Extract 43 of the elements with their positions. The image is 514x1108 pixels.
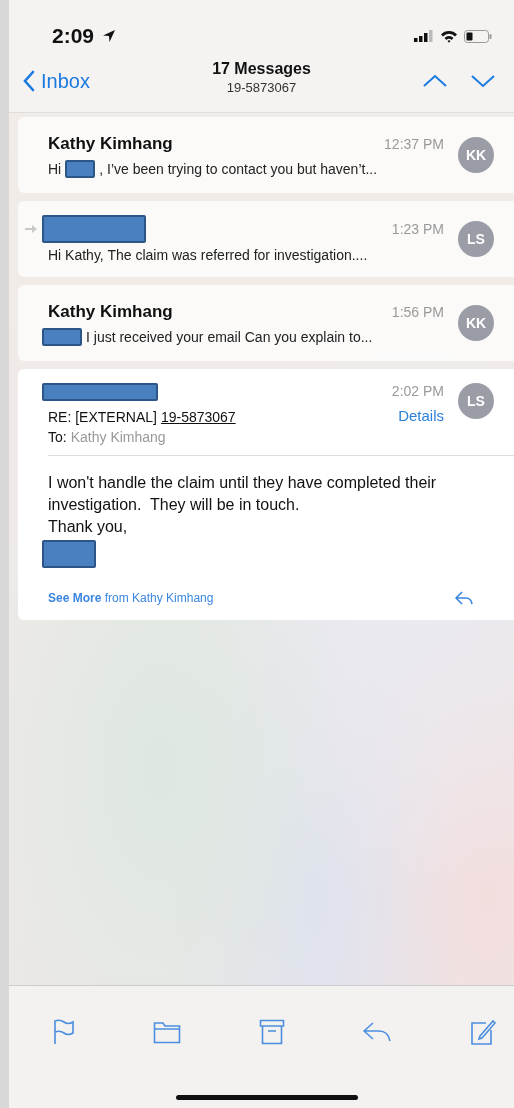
back-button[interactable]: Inbox xyxy=(23,69,90,93)
message-card[interactable]: 1:23 PM Hi Kathy, The claim was referred for investigation.... LS xyxy=(18,201,514,277)
details-link[interactable]: Details xyxy=(398,407,444,424)
avatar: KK xyxy=(458,305,494,341)
message-card[interactable]: Kathy Kimhang 1:56 PM I just received your email Can you explain to... KK xyxy=(18,285,514,361)
subject-link[interactable]: 19-5873067 xyxy=(160,409,236,425)
folder-button[interactable] xyxy=(152,1020,181,1044)
avatar: LS xyxy=(458,221,494,257)
message-time: 1:56 PM xyxy=(391,304,444,320)
message-preview: Hi Kathy, The claim was referred for investigation.... xyxy=(48,247,368,263)
status-time: 2:09 xyxy=(52,24,95,48)
message-card[interactable]: Kathy Kimhang 12:37 PM Hi , I’ve been trying to contact you but haven’t... KK xyxy=(18,117,514,193)
sender-name: Kathy Kimhang xyxy=(48,302,173,322)
avatar: KK xyxy=(458,137,494,173)
message-subject: RE: [EXTERNAL] xyxy=(48,409,157,425)
sender-name: Kathy Kimhang xyxy=(48,134,173,154)
wifi-icon xyxy=(440,29,458,43)
message-preview: Hi xyxy=(48,161,62,177)
chevron-left-icon xyxy=(23,70,35,92)
message-body-text: I won't handle the claim until they have completed their investigation. They will be in touch. xyxy=(48,473,438,515)
flag-button[interactable] xyxy=(53,1019,75,1045)
thread-title: 17 Messages xyxy=(212,60,311,78)
message-time: 12:37 PM xyxy=(384,136,444,152)
message-body-text: Thank you, xyxy=(48,517,128,537)
message-time: 2:02 PM xyxy=(391,383,444,399)
redaction-mark xyxy=(42,540,96,568)
thread-subtitle: 19-5873067 xyxy=(226,80,297,95)
avatar: LS xyxy=(458,383,494,419)
redaction-mark xyxy=(42,328,82,346)
redaction-mark xyxy=(65,160,96,178)
to-label: To: xyxy=(48,429,67,445)
see-more-link[interactable]: See More from Kathy Kimhang xyxy=(48,591,454,605)
message-preview: , I’ve been trying to contact you but haven’t... xyxy=(99,161,378,177)
battery-icon xyxy=(464,29,492,43)
compose-button[interactable] xyxy=(470,1018,496,1046)
reply-button[interactable] xyxy=(454,590,474,606)
reply-button[interactable] xyxy=(362,1020,393,1044)
recipient-name: Kathy Kimhang xyxy=(70,429,166,445)
archive-button[interactable] xyxy=(258,1019,285,1045)
location-arrow-icon xyxy=(102,29,117,43)
signal-icon xyxy=(414,30,434,42)
message-preview: I just received your email Can you explain to... xyxy=(86,329,373,345)
message-time: 1:23 PM xyxy=(391,221,444,237)
